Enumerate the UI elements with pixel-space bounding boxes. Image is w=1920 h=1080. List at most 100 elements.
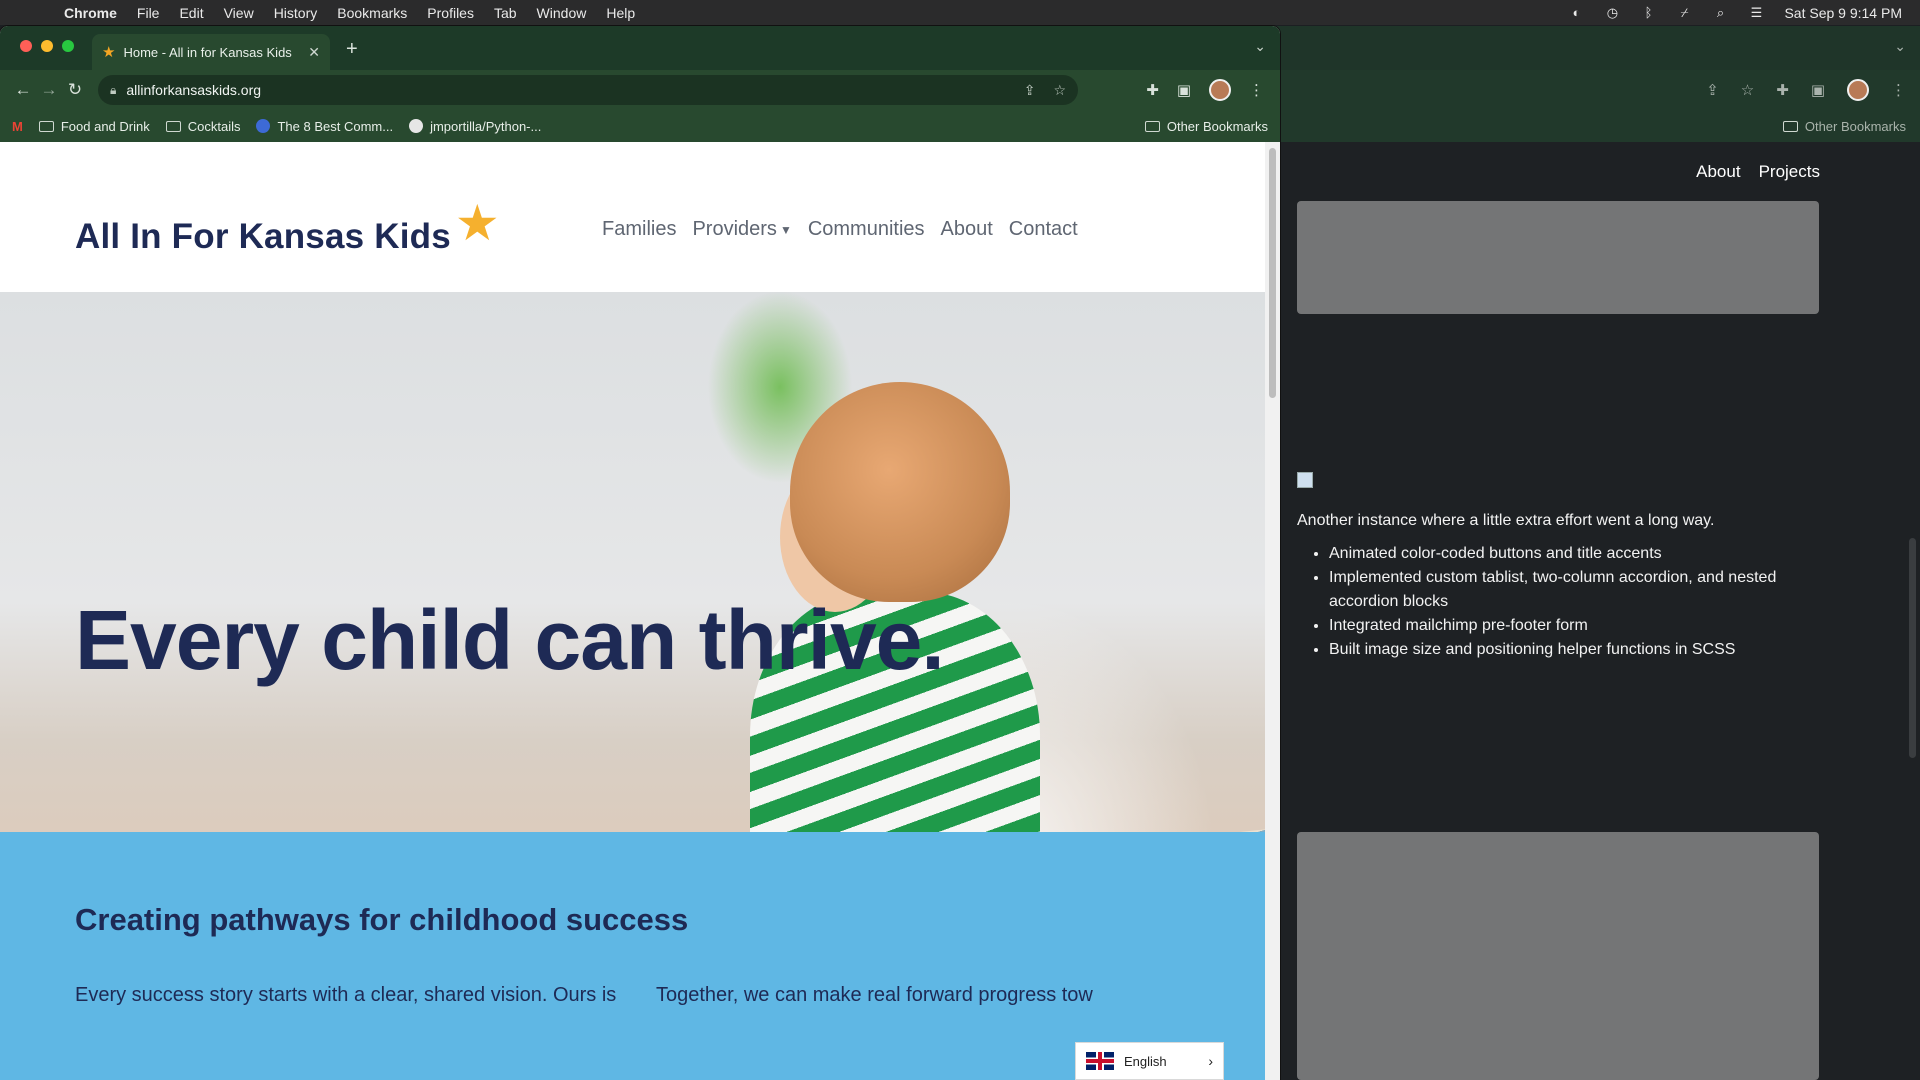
star-logo-icon: ★ — [454, 195, 500, 251]
menu-help[interactable]: Help — [596, 5, 645, 21]
spotlight-search-icon[interactable]: ⌕ — [1712, 5, 1728, 20]
folder-icon — [165, 120, 181, 132]
section-title: Creating pathways for childhood success — [75, 902, 689, 937]
other-bookmarks-label: Other Bookmarks — [1804, 118, 1906, 134]
reload-icon[interactable]: ↻ — [62, 80, 88, 100]
site-header: All In For Kansas Kids★ Families Provide… — [0, 142, 1265, 292]
minimize-window-button[interactable] — [41, 40, 53, 52]
siri-icon[interactable]: ◐ — [1568, 5, 1584, 20]
menu-file[interactable]: File — [127, 5, 170, 21]
time-machine-icon[interactable]: ◷ — [1604, 5, 1620, 20]
menu-edit[interactable]: Edit — [169, 5, 213, 21]
bookmark-star-icon[interactable]: ☆ — [1741, 81, 1754, 99]
bluetooth-icon[interactable]: ᛒ — [1640, 5, 1656, 20]
column-text-left: Every success story starts with a clear,… — [75, 984, 617, 1006]
side-panel-icon[interactable]: ▣ — [1177, 81, 1191, 99]
menubar-clock[interactable]: Sat Sep 9 9:14 PM — [1784, 5, 1902, 21]
nav-communities[interactable]: Communities — [808, 218, 925, 241]
menu-profiles[interactable]: Profiles — [417, 5, 484, 21]
more-menu-icon[interactable]: ⋮ — [1249, 81, 1264, 99]
scrollbar-thumb[interactable] — [1909, 538, 1916, 758]
scrollbar-thumb[interactable] — [1269, 148, 1276, 398]
bullet-item: Built image size and positioning helper … — [1329, 638, 1817, 662]
menu-window[interactable]: Window — [527, 5, 597, 21]
side-panel-icon[interactable]: ▣ — [1811, 81, 1825, 99]
bookmark-8-best[interactable]: The 8 Best Comm... — [256, 119, 393, 134]
website-viewport: All In For Kansas Kids★ Families Provide… — [0, 142, 1265, 1080]
close-window-button[interactable] — [20, 40, 32, 52]
nav-about-link[interactable]: About — [1696, 162, 1740, 182]
folder-icon — [38, 120, 54, 132]
close-tab-icon[interactable]: ✕ — [308, 44, 320, 61]
site-nav: Families Providers ▼ Communities About Co… — [602, 218, 1078, 241]
lock-icon[interactable]: 🔒︎ — [110, 83, 116, 98]
toolbar-actions: ✚ ▣ ⋮ — [1146, 79, 1270, 101]
tab-search-chevron-icon[interactable]: ⌄ — [1254, 38, 1266, 55]
new-tab-button[interactable]: + — [346, 38, 358, 61]
star-favicon-icon: ★ — [102, 44, 116, 61]
column-text-right: Together, we can make real forward progr… — [656, 984, 1093, 1006]
active-tab[interactable]: ★ Home - All in for Kansas Kids ✕ — [92, 34, 330, 70]
image-placeholder — [1297, 832, 1819, 1080]
site-favicon-icon — [256, 119, 271, 133]
tabstrip: ★ Home - All in for Kansas Kids ✕ + ⌄ — [0, 26, 1280, 70]
gmail-bookmark[interactable]: M — [12, 119, 23, 134]
forward-arrow-icon[interactable]: → — [36, 80, 62, 100]
github-icon — [409, 119, 424, 133]
url-text[interactable]: allinforkansaskids.org — [126, 82, 261, 98]
zoom-window-button[interactable] — [62, 40, 74, 52]
wifi-off-icon[interactable]: ⌿ — [1676, 5, 1692, 20]
bullet-item: Integrated mailchimp pre-footer form — [1329, 614, 1817, 638]
bookmark-folder-food[interactable]: Food and Drink — [38, 119, 150, 134]
portfolio-nav: About Projects — [1696, 162, 1820, 182]
nav-families[interactable]: Families — [602, 218, 676, 241]
caret-down-icon: ▼ — [779, 222, 792, 237]
other-bookmarks-label: Other Bookmarks — [1166, 118, 1268, 134]
hero-title: Every child can thrive. — [75, 593, 945, 687]
language-label: English — [1124, 1053, 1167, 1069]
broken-image-icon — [1297, 472, 1313, 488]
folder-icon — [1782, 120, 1798, 132]
hero-photo-child-hair — [790, 382, 1010, 602]
menu-view[interactable]: View — [214, 5, 264, 21]
nav-about[interactable]: About — [941, 218, 993, 241]
chevron-down-icon[interactable]: ⌄ — [1894, 38, 1906, 55]
bookmark-label: Cocktails — [187, 118, 241, 134]
menu-bookmarks[interactable]: Bookmarks — [327, 5, 417, 21]
more-menu-icon[interactable]: ⋮ — [1891, 81, 1906, 99]
bookmark-star-icon[interactable]: ☆ — [1053, 82, 1066, 99]
logo-text: All In For Kansas Kids — [75, 217, 451, 256]
bookmarks-bar: M Food and Drink Cocktails The 8 Best Co… — [0, 110, 1280, 142]
site-logo[interactable]: All In For Kansas Kids★ — [75, 195, 500, 260]
profile-avatar[interactable] — [1847, 79, 1869, 101]
extensions-icon[interactable]: ✚ — [1776, 81, 1789, 99]
back-arrow-icon[interactable]: ← — [10, 80, 36, 100]
share-icon[interactable]: ⇪ — [1024, 82, 1036, 99]
control-center-icon[interactable]: ☰ — [1748, 5, 1764, 20]
share-icon[interactable]: ⇪ — [1706, 81, 1719, 99]
window-controls — [20, 40, 74, 52]
profile-avatar[interactable] — [1209, 79, 1231, 101]
other-bookmarks-folder[interactable]: Other Bookmarks — [1144, 118, 1268, 134]
menu-tab[interactable]: Tab — [484, 5, 527, 21]
bookmark-folder-cocktails[interactable]: Cocktails — [165, 118, 241, 134]
macos-menubar: Chrome File Edit View History Bookmarks … — [0, 0, 1920, 25]
other-bookmarks-folder[interactable]: Other Bookmarks — [1782, 118, 1906, 134]
language-selector[interactable]: English › — [1075, 1042, 1224, 1080]
browser-toolbar: ← → ↻ 🔒︎ allinforkansaskids.org ⇪ ☆ ✚ ▣ … — [0, 70, 1280, 110]
nav-providers[interactable]: Providers ▼ — [692, 218, 791, 241]
page-scrollbar[interactable] — [1265, 142, 1280, 1080]
uk-flag-icon — [1086, 1052, 1114, 1070]
nav-projects-link[interactable]: Projects — [1759, 162, 1820, 182]
bookmark-github[interactable]: jmportilla/Python-... — [409, 119, 541, 134]
project-description: Another instance where a little extra ef… — [1297, 512, 1715, 529]
folder-icon — [1144, 120, 1160, 132]
menu-app-name[interactable]: Chrome — [54, 5, 127, 21]
nav-contact[interactable]: Contact — [1009, 218, 1078, 241]
menu-history[interactable]: History — [264, 5, 328, 21]
address-bar[interactable]: 🔒︎ allinforkansaskids.org ⇪ ☆ — [98, 75, 1078, 105]
project-bullets: Animated color-coded buttons and title a… — [1297, 542, 1817, 662]
bullet-item: Animated color-coded buttons and title a… — [1329, 542, 1817, 566]
extensions-icon[interactable]: ✚ — [1146, 81, 1159, 99]
gmail-icon: M — [12, 118, 23, 134]
